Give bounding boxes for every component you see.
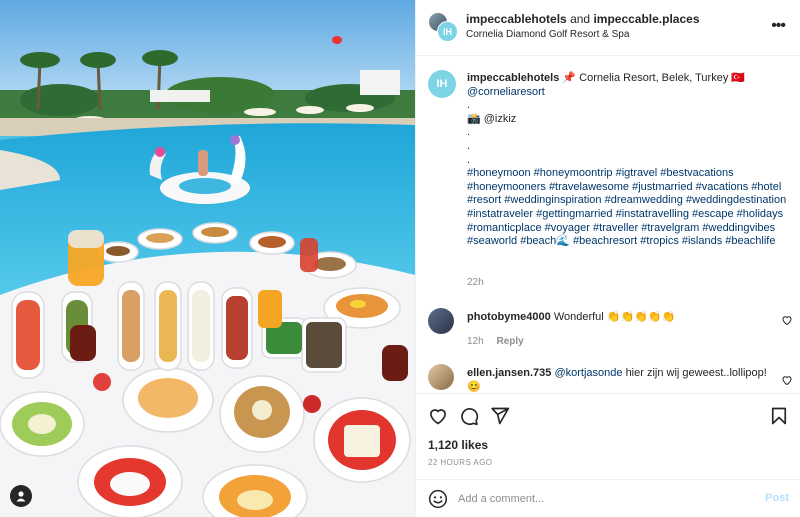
- bookmark-icon[interactable]: [769, 406, 789, 426]
- share-icon[interactable]: [490, 406, 510, 426]
- caption-timestamp[interactable]: 22h: [467, 277, 484, 288]
- like-comment-heart-icon[interactable]: [781, 314, 793, 326]
- location-link[interactable]: Cornelia Diamond Golf Resort & Spa: [466, 29, 629, 40]
- comment-body: Wonderful 👏👏👏👏👏: [553, 311, 676, 323]
- commenter-avatar[interactable]: [428, 364, 454, 390]
- account-link-2[interactable]: impeccable.places: [593, 12, 699, 26]
- comment-icon[interactable]: [459, 406, 479, 426]
- likes-count[interactable]: 1,120 likes: [428, 438, 488, 452]
- heart-icon[interactable]: [428, 406, 448, 426]
- reply-button[interactable]: Reply: [496, 336, 523, 347]
- comment-text: photobyme4000 Wonderful 👏👏👏👏👏: [467, 311, 767, 325]
- caption-username[interactable]: impeccablehotels: [467, 72, 559, 84]
- collab-avatars[interactable]: IH: [428, 12, 458, 42]
- account-link-1[interactable]: impeccablehotels: [466, 12, 567, 26]
- caption-dot: .: [467, 153, 471, 166]
- comment-input[interactable]: [458, 489, 748, 509]
- caption-mention[interactable]: @corneliaresort: [467, 86, 793, 100]
- more-horizontal-icon: •••: [771, 17, 786, 34]
- post-photo[interactable]: [0, 0, 415, 517]
- tagged-users-button[interactable]: [10, 485, 32, 507]
- more-options-button[interactable]: •••: [771, 17, 786, 34]
- resort-breakfast-photo: [0, 0, 415, 517]
- comment-username[interactable]: photobyme4000: [467, 311, 551, 323]
- caption-location-text: 📌 Cornelia Resort, Belek, Turkey 🇹🇷: [562, 72, 746, 84]
- post-details-panel: IH impeccablehotels and impeccable.place…: [415, 0, 800, 517]
- joiner-text: and: [570, 12, 591, 26]
- comment-mention[interactable]: @kortjasonde: [554, 367, 622, 379]
- caption-dot: .: [467, 126, 471, 139]
- user-icon: [16, 491, 26, 502]
- comment-time[interactable]: 12h: [467, 336, 484, 347]
- add-comment-bar: Post: [416, 479, 800, 517]
- post-comment-button[interactable]: Post: [765, 492, 789, 504]
- comment-username[interactable]: ellen.jansen.735: [467, 367, 551, 379]
- caption-avatar[interactable]: IH: [428, 70, 456, 98]
- caption-credit[interactable]: 📸 @izkiz: [467, 113, 793, 127]
- commenter-avatar[interactable]: [428, 308, 454, 334]
- avatar-impeccable-hotels: IH: [437, 21, 458, 42]
- caption: impeccablehotels 📌 Cornelia Resort, Bele…: [467, 72, 793, 249]
- post-header: IH impeccablehotels and impeccable.place…: [416, 0, 800, 56]
- post-date[interactable]: 22 HOURS AGO: [428, 458, 492, 467]
- collab-accounts: impeccablehotels and impeccable.places: [466, 12, 700, 26]
- caption-dot: .: [467, 99, 471, 112]
- emoji-icon[interactable]: [428, 489, 448, 509]
- caption-dot: .: [467, 139, 471, 152]
- caption-hashtags[interactable]: #honeymoon #honeymoontrip #igtravel #bes…: [467, 167, 793, 249]
- comment-text: ellen.jansen.735 @kortjasonde hier zijn …: [467, 367, 767, 394]
- comment-meta: 12h Reply: [467, 336, 524, 347]
- like-comment-heart-icon[interactable]: [781, 374, 793, 386]
